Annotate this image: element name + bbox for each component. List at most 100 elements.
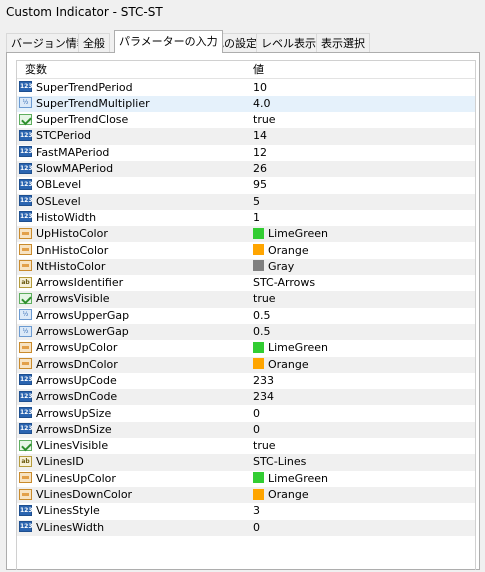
table-row[interactable]: 123 VLinesStyle 3 xyxy=(17,503,475,519)
table-row[interactable]: ArrowsVisible true xyxy=(17,291,475,308)
parameter-value-cell[interactable]: LimeGreen xyxy=(253,471,328,487)
parameter-value-cell[interactable]: 12 xyxy=(253,145,267,161)
int-icon: 123 xyxy=(19,81,33,92)
parameter-name-cell: 123 ArrowsUpSize xyxy=(19,406,111,422)
tab-levels[interactable]: レベル表示 xyxy=(256,33,321,52)
parameter-value: LimeGreen xyxy=(268,227,328,241)
table-row[interactable]: 123 ArrowsDnSize 0 xyxy=(17,421,475,439)
color-icon xyxy=(19,488,32,500)
parameter-name: ArrowsUpSize xyxy=(36,406,112,420)
table-row[interactable]: NtHistoColor Gray xyxy=(17,258,475,276)
table-row[interactable]: DnHistoColor Orange xyxy=(17,243,475,259)
color-icon xyxy=(19,472,32,484)
parameters-panel: 変数 値 123 SuperTrendPeriod 10 ½ SuperTrendMul… xyxy=(6,52,480,570)
color-icon xyxy=(19,358,32,370)
parameter-name: SuperTrendClose xyxy=(36,113,129,127)
table-row[interactable]: 123 OBLevel 95 xyxy=(17,177,475,193)
tab-parameters[interactable]: パラメーターの入力 xyxy=(114,30,223,53)
parameter-value-cell[interactable]: Orange xyxy=(253,357,309,373)
parameter-name: ArrowsDnColor xyxy=(36,357,118,371)
parameter-value-cell[interactable]: 0 xyxy=(253,422,260,438)
table-row[interactable]: VLinesVisible true xyxy=(17,438,475,454)
color-icon xyxy=(19,260,32,272)
parameter-name-cell: ab VLinesID xyxy=(19,454,84,470)
tab-visualization[interactable]: 表示選択 xyxy=(316,33,370,52)
table-row[interactable]: 123 SuperTrendPeriod 10 xyxy=(17,80,475,96)
parameter-value: 234 xyxy=(253,390,274,404)
table-row[interactable]: UpHistoColor LimeGreen xyxy=(17,226,475,243)
parameter-value: 0.5 xyxy=(253,308,271,322)
parameter-value-cell[interactable]: 10 xyxy=(253,80,267,96)
table-row[interactable]: ½ ArrowsUpperGap 0.5 xyxy=(17,308,475,324)
parameter-value-cell[interactable]: Gray xyxy=(253,259,294,275)
parameter-value-cell[interactable]: Orange xyxy=(253,243,309,259)
table-row[interactable]: ½ ArrowsLowerGap 0.5 xyxy=(17,324,475,341)
parameter-name-cell: ½ ArrowsLowerGap xyxy=(19,324,129,340)
parameter-value: 0 xyxy=(253,406,260,420)
table-row[interactable]: ArrowsDnColor Orange xyxy=(17,356,475,373)
parameter-value: 0 xyxy=(253,422,260,436)
parameter-value: Orange xyxy=(268,357,309,371)
parameter-name-cell: ArrowsUpColor xyxy=(19,340,117,356)
table-row[interactable]: 123 ArrowsUpSize 0 xyxy=(17,406,475,422)
parameter-value: Gray xyxy=(268,259,295,273)
parameter-value: LimeGreen xyxy=(268,341,328,355)
table-row[interactable]: 123 ArrowsDnCode 234 xyxy=(17,389,475,406)
parameter-name-cell: 123 ArrowsUpCode xyxy=(19,373,117,389)
parameter-value-cell[interactable]: Orange xyxy=(253,487,309,503)
tab-general[interactable]: 全般 xyxy=(78,33,110,52)
table-row[interactable]: 123 SlowMAPeriod 26 xyxy=(17,161,475,178)
parameter-name: VLinesUpColor xyxy=(36,471,116,485)
table-row[interactable]: 123 FastMAPeriod 12 xyxy=(17,145,475,161)
table-row[interactable]: ArrowsUpColor LimeGreen xyxy=(17,340,475,356)
parameter-name: NtHistoColor xyxy=(36,259,106,273)
parameter-name-cell: VLinesDownColor xyxy=(19,487,132,503)
parameter-value: 26 xyxy=(253,162,267,175)
parameter-value-cell[interactable]: 0 xyxy=(253,406,260,422)
parameter-name-cell: 123 VLinesWidth xyxy=(19,520,104,536)
table-row[interactable]: 123 HistoWidth 1 xyxy=(17,210,475,226)
parameter-value-cell[interactable]: STC-Lines xyxy=(253,454,306,470)
parameter-value-cell[interactable]: 1 xyxy=(253,210,260,226)
parameter-value-cell[interactable]: true xyxy=(253,112,276,128)
parameter-value-cell[interactable]: 4.0 xyxy=(253,96,271,112)
table-row[interactable]: 123 STCPeriod 14 xyxy=(17,128,475,145)
table-row[interactable]: SuperTrendClose true xyxy=(17,112,475,128)
parameter-value-cell[interactable]: LimeGreen xyxy=(253,226,328,242)
double-icon: ½ xyxy=(19,325,32,337)
table-row[interactable]: 123 VLinesWidth 0 xyxy=(17,519,475,536)
parameter-value-cell[interactable]: 5 xyxy=(253,194,260,210)
parameter-value-cell[interactable]: 234 xyxy=(253,389,274,405)
parameter-value-cell[interactable]: 233 xyxy=(253,373,274,389)
table-row[interactable]: ab VLinesID STC-Lines xyxy=(17,454,475,471)
parameter-name-cell: 123 OBLevel xyxy=(19,177,81,193)
parameter-value: 1 xyxy=(253,210,260,224)
parameter-value-cell[interactable]: 14 xyxy=(253,128,267,144)
parameter-value-cell[interactable]: 0.5 xyxy=(253,324,271,340)
parameter-value-cell[interactable]: LimeGreen xyxy=(253,340,328,356)
parameter-value-cell[interactable]: STC-Arrows xyxy=(253,275,315,291)
parameter-value-cell[interactable]: true xyxy=(253,438,276,454)
column-header-value[interactable]: 値 xyxy=(253,61,264,78)
parameter-value: 0 xyxy=(253,520,260,534)
parameter-value-cell[interactable]: 95 xyxy=(253,177,267,193)
parameter-name: FastMAPeriod xyxy=(36,145,110,159)
parameter-name-cell: 123 SuperTrendPeriod xyxy=(19,80,133,96)
parameter-value-cell[interactable]: true xyxy=(253,291,276,307)
int-icon: 123 xyxy=(19,178,33,190)
table-row[interactable]: ½ SuperTrendMultiplier 4.0 xyxy=(17,95,475,113)
table-row[interactable]: 123 ArrowsUpCode 233 xyxy=(17,373,475,389)
table-row[interactable]: ab ArrowsIdentifier STC-Arrows xyxy=(17,275,475,291)
parameter-name: DnHistoColor xyxy=(36,243,109,257)
table-row[interactable]: 123 OSLevel 5 xyxy=(17,193,475,210)
table-row[interactable]: VLinesUpColor LimeGreen xyxy=(17,471,475,487)
parameter-value-cell[interactable]: 0.5 xyxy=(253,308,271,324)
parameter-name-cell: NtHistoColor xyxy=(19,259,105,275)
parameter-value-cell[interactable]: 26 xyxy=(253,161,267,177)
table-row[interactable]: VLinesDownColor Orange xyxy=(17,487,475,504)
parameter-value: STC-Lines xyxy=(253,455,307,469)
parameter-value-cell[interactable]: 3 xyxy=(253,503,260,519)
parameter-name-cell: VLinesUpColor xyxy=(19,471,116,487)
column-header-variable[interactable]: 変数 xyxy=(25,61,47,78)
parameter-value-cell[interactable]: 0 xyxy=(253,520,260,536)
